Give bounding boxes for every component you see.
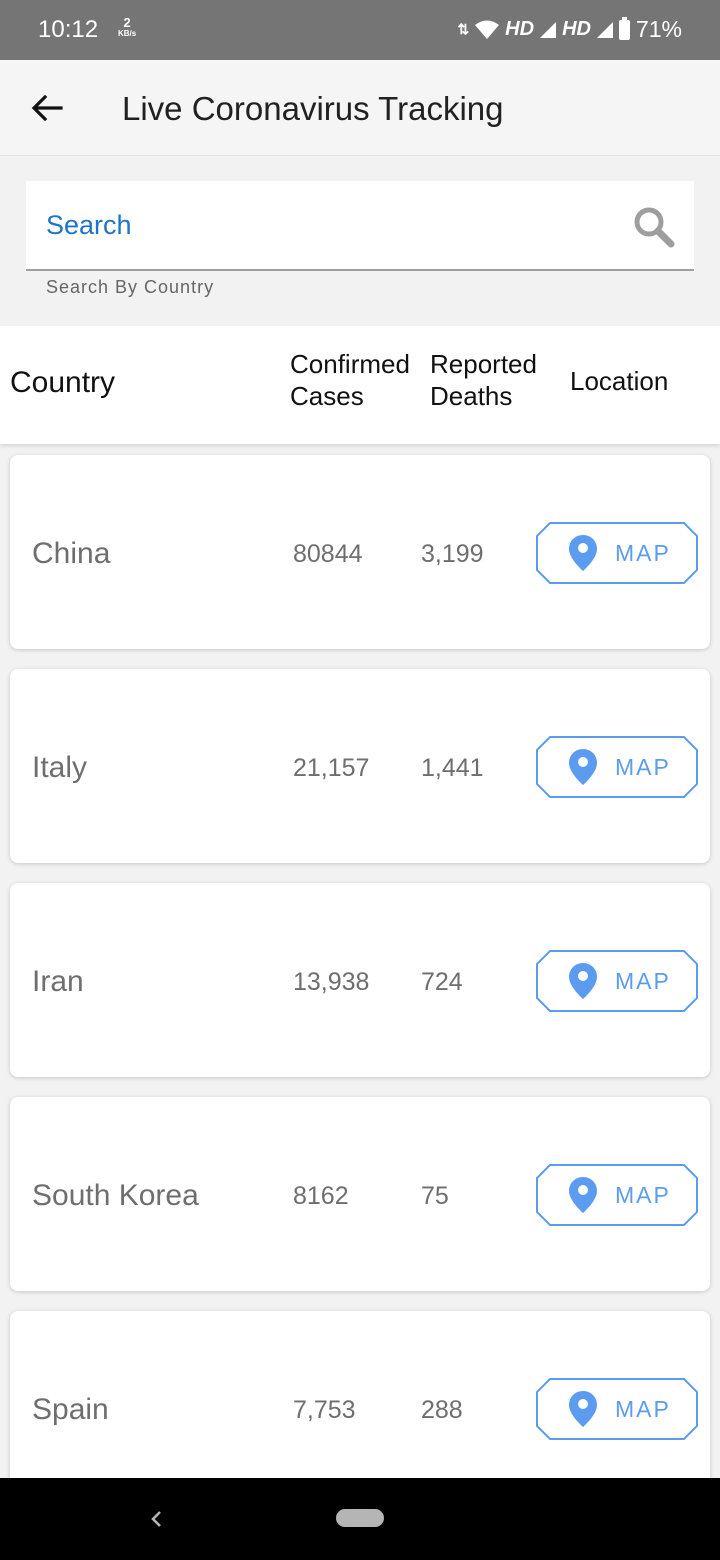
- header-reported-deaths: Reported Deaths: [430, 348, 550, 412]
- reported-deaths: 1,441: [421, 754, 484, 782]
- confirmed-cases: 7,753: [293, 1396, 356, 1424]
- app-bar: Live Coronavirus Tracking: [0, 60, 720, 156]
- map-button[interactable]: MAP: [536, 1378, 698, 1440]
- header-deaths-line2: Deaths: [430, 381, 513, 411]
- hd-label-1: HD: [505, 18, 535, 40]
- search-helper-text: Search By Country: [46, 277, 215, 297]
- confirmed-cases: 8162: [293, 1182, 349, 1210]
- map-button[interactable]: MAP: [536, 736, 698, 798]
- back-button[interactable]: [26, 88, 68, 128]
- country-row-china: China 80844 3,199 MAP: [10, 455, 710, 649]
- reported-deaths: 3,199: [421, 540, 484, 568]
- map-pin-icon: [569, 535, 597, 571]
- data-arrows-icon: ⇅: [457, 21, 470, 37]
- country-row-italy: Italy 21,157 1,441 MAP: [10, 669, 710, 863]
- network-speed: 2 KB/s: [118, 16, 137, 39]
- system-nav-bar: [0, 1478, 720, 1560]
- country-row-spain: Spain 7,753 288 MAP: [10, 1311, 710, 1505]
- status-icons: ⇅ HD HD 71%: [457, 16, 682, 43]
- battery-icon: [618, 16, 630, 40]
- header-deaths-line1: Reported: [430, 349, 537, 379]
- hd-label-2: HD: [562, 18, 591, 40]
- confirmed-cases: 80844: [293, 540, 363, 568]
- network-speed-unit: KB/s: [118, 29, 137, 38]
- status-time: 10:12: [38, 16, 99, 43]
- wifi-icon: [475, 20, 500, 39]
- header-confirmed-line1: Confirmed: [290, 349, 410, 379]
- header-location: Location: [570, 366, 669, 396]
- map-button[interactable]: MAP: [536, 1164, 698, 1226]
- header-country: Country: [10, 366, 116, 399]
- country-row-iran: Iran 13,938 724 MAP: [10, 883, 710, 1077]
- signal-icon-1: [540, 21, 557, 38]
- map-button-label: MAP: [615, 1396, 671, 1422]
- country-name: Spain: [32, 1393, 109, 1426]
- map-button-label: MAP: [615, 754, 671, 780]
- header-confirmed-line2: Cases: [290, 381, 364, 411]
- confirmed-cases: 13,938: [293, 968, 370, 996]
- table-header: Country Confirmed Cases Reported Deaths …: [0, 326, 720, 444]
- nav-home-pill[interactable]: [336, 1509, 384, 1527]
- country-name: Iran: [32, 965, 84, 998]
- battery-level: 71%: [635, 16, 682, 42]
- country-name: South Korea: [32, 1179, 199, 1212]
- status-bar: 10:12 2 KB/s ⇅ HD HD 71%: [0, 0, 720, 60]
- map-pin-icon: [569, 1391, 597, 1427]
- reported-deaths: 288: [421, 1396, 463, 1424]
- page-title: Live Coronavirus Tracking: [122, 90, 504, 127]
- map-button-label: MAP: [615, 540, 671, 566]
- confirmed-cases: 21,157: [293, 754, 370, 782]
- search-field: [26, 181, 694, 271]
- map-pin-icon: [569, 963, 597, 999]
- search-icon[interactable]: [632, 205, 676, 249]
- nav-back-icon[interactable]: [146, 1502, 166, 1536]
- header-confirmed-cases: Confirmed Cases: [290, 348, 420, 412]
- map-button-label: MAP: [615, 1182, 671, 1208]
- map-button-label: MAP: [615, 968, 671, 994]
- search-input[interactable]: [46, 205, 606, 245]
- reported-deaths: 75: [421, 1182, 449, 1210]
- signal-icon-2: [596, 21, 613, 38]
- arrow-left-icon: [31, 94, 63, 122]
- country-name: Italy: [32, 751, 88, 784]
- reported-deaths: 724: [421, 968, 463, 996]
- map-button[interactable]: MAP: [536, 950, 698, 1012]
- country-name: China: [32, 537, 111, 570]
- map-pin-icon: [569, 749, 597, 785]
- map-pin-icon: [569, 1177, 597, 1213]
- country-row-south-korea: South Korea 8162 75 MAP: [10, 1097, 710, 1291]
- map-button[interactable]: MAP: [536, 522, 698, 584]
